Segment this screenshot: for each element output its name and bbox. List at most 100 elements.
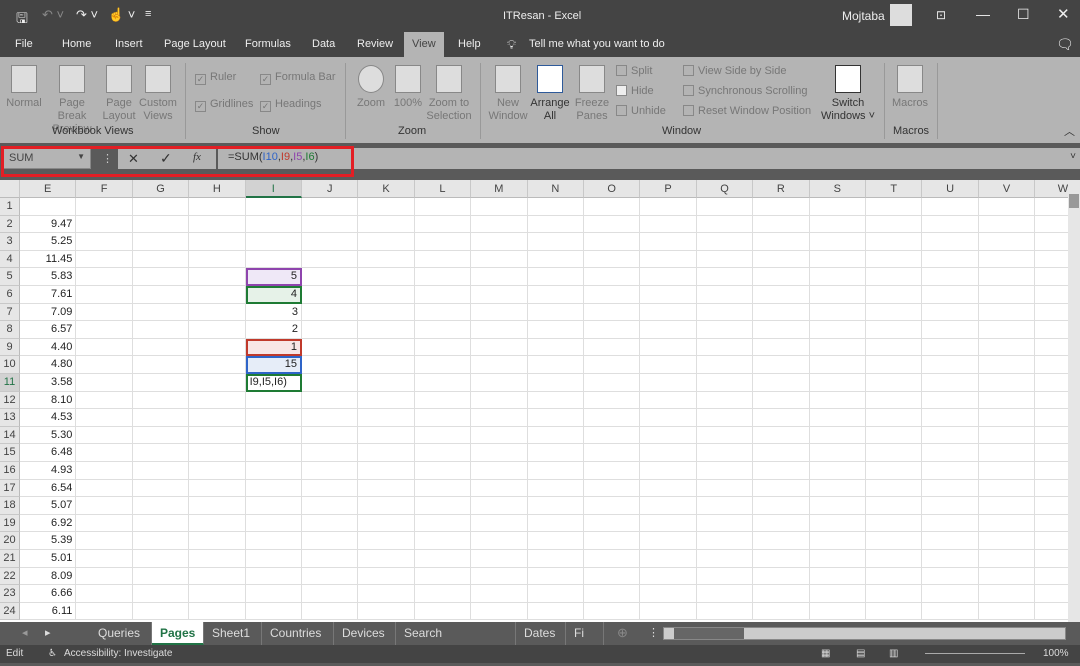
cell-R24[interactable] xyxy=(753,602,810,621)
cell-T7[interactable] xyxy=(866,303,923,322)
cell-S10[interactable] xyxy=(809,356,866,374)
cell-V15[interactable] xyxy=(978,444,1036,462)
cell-J10[interactable] xyxy=(302,356,359,374)
cell-N21[interactable] xyxy=(527,550,584,568)
cell-I8[interactable]: 2 xyxy=(245,321,302,339)
cell-L5[interactable] xyxy=(414,268,472,286)
cell-F23[interactable] xyxy=(76,585,133,603)
cell-I24[interactable] xyxy=(245,602,302,621)
close-icon[interactable]: ✕ xyxy=(1057,5,1070,23)
cell-N17[interactable] xyxy=(527,479,584,498)
row-header-15[interactable]: 15 xyxy=(0,444,20,462)
formula-bar-checkbox[interactable]: ✓ Formula Bar xyxy=(260,71,336,85)
column-header-E[interactable]: E xyxy=(20,180,77,198)
cell-W23[interactable] xyxy=(1035,585,1068,603)
cell-Q4[interactable] xyxy=(696,250,754,269)
cell-N23[interactable] xyxy=(527,585,584,603)
cell-K24[interactable] xyxy=(358,602,415,621)
cell-P2[interactable] xyxy=(640,215,697,234)
cell-W24[interactable] xyxy=(1035,603,1068,621)
cell-H14[interactable] xyxy=(189,426,246,445)
cell-I11[interactable]: I9,I5,I6) xyxy=(245,374,302,392)
cell-Q15[interactable] xyxy=(696,444,754,462)
cell-T16[interactable] xyxy=(866,462,923,480)
cell-L6[interactable] xyxy=(414,286,472,304)
cell-I20[interactable] xyxy=(245,532,302,550)
cell-J11[interactable] xyxy=(302,374,359,392)
cell-H21[interactable] xyxy=(189,550,246,568)
sheet-tab-countries[interactable]: Countries xyxy=(262,622,334,645)
cell-H19[interactable] xyxy=(189,514,246,533)
cell-Q13[interactable] xyxy=(696,409,754,427)
cell-O9[interactable] xyxy=(584,338,641,357)
cell-P7[interactable] xyxy=(640,303,697,322)
row-header-20[interactable]: 20 xyxy=(0,532,20,550)
cell-M15[interactable] xyxy=(471,444,528,462)
cell-E24[interactable]: 6.11 xyxy=(20,602,77,621)
cell-L1[interactable] xyxy=(414,198,472,216)
cell-U24[interactable] xyxy=(922,602,979,621)
cell-S22[interactable] xyxy=(809,567,866,586)
cell-S24[interactable] xyxy=(809,602,866,621)
cell-U23[interactable] xyxy=(922,585,979,603)
cell-K11[interactable] xyxy=(358,374,415,392)
cell-S11[interactable] xyxy=(809,374,866,392)
cell-G8[interactable] xyxy=(132,321,190,339)
cell-T23[interactable] xyxy=(866,585,923,603)
column-header-O[interactable]: O xyxy=(584,180,641,198)
custom-views-button[interactable]: Custom Views xyxy=(138,65,178,123)
cell-G24[interactable] xyxy=(132,602,190,621)
cell-K2[interactable] xyxy=(358,215,415,234)
row-header-19[interactable]: 19 xyxy=(0,514,20,533)
cell-P14[interactable] xyxy=(640,426,697,445)
sheet-tab-devices[interactable]: Devices xyxy=(334,622,396,645)
cell-U9[interactable] xyxy=(922,338,979,357)
cell-J20[interactable] xyxy=(302,532,359,550)
sheet-tab-search-appearance[interactable]: Search appearance xyxy=(396,622,516,662)
cell-G22[interactable] xyxy=(132,567,190,586)
collapse-ribbon-icon[interactable]: ︿ xyxy=(1064,123,1075,139)
cell-O18[interactable] xyxy=(584,497,641,515)
cell-E9[interactable]: 4.40 xyxy=(20,338,77,357)
cell-J24[interactable] xyxy=(302,602,359,621)
cell-S16[interactable] xyxy=(809,462,866,480)
cell-M4[interactable] xyxy=(471,250,528,269)
cell-I2[interactable] xyxy=(245,215,302,234)
view-side-by-side-button[interactable]: View Side by Side xyxy=(683,65,786,77)
cell-G4[interactable] xyxy=(132,250,190,269)
cell-M7[interactable] xyxy=(471,303,528,322)
column-header-U[interactable]: U xyxy=(922,180,979,198)
cell-U1[interactable] xyxy=(922,198,979,216)
cell-S17[interactable] xyxy=(809,479,866,498)
select-all-corner[interactable] xyxy=(0,180,20,198)
cell-L22[interactable] xyxy=(414,567,472,586)
cell-F7[interactable] xyxy=(76,303,133,322)
cell-V11[interactable] xyxy=(978,374,1036,392)
cell-U17[interactable] xyxy=(922,479,979,498)
cell-J21[interactable] xyxy=(302,550,359,568)
arrange-all-button[interactable]: Arrange All xyxy=(530,65,570,123)
cell-O21[interactable] xyxy=(584,550,641,568)
cell-W5[interactable] xyxy=(1035,268,1068,286)
cell-J7[interactable] xyxy=(302,303,359,322)
column-header-G[interactable]: G xyxy=(132,180,190,198)
cell-U3[interactable] xyxy=(922,233,979,251)
cell-P17[interactable] xyxy=(640,479,697,498)
cell-L18[interactable] xyxy=(414,497,472,515)
cell-U6[interactable] xyxy=(922,286,979,304)
accessibility-icon[interactable]: ♿︎ xyxy=(48,645,57,663)
cell-E14[interactable]: 5.30 xyxy=(20,426,77,445)
cell-J14[interactable] xyxy=(302,426,359,445)
cell-J16[interactable] xyxy=(302,462,359,480)
cell-R9[interactable] xyxy=(753,338,810,357)
cell-E2[interactable]: 9.47 xyxy=(20,215,77,234)
cell-L23[interactable] xyxy=(414,585,472,603)
cell-K19[interactable] xyxy=(358,514,415,533)
next-sheet-icon[interactable]: ▸ xyxy=(45,626,51,639)
scroll-thumb[interactable] xyxy=(1069,194,1079,208)
cell-K4[interactable] xyxy=(358,250,415,269)
tab-data[interactable]: Data xyxy=(312,32,335,57)
row-header-17[interactable]: 17 xyxy=(0,479,20,498)
unhide-button[interactable]: Unhide xyxy=(616,105,666,117)
cell-U20[interactable] xyxy=(922,532,979,550)
